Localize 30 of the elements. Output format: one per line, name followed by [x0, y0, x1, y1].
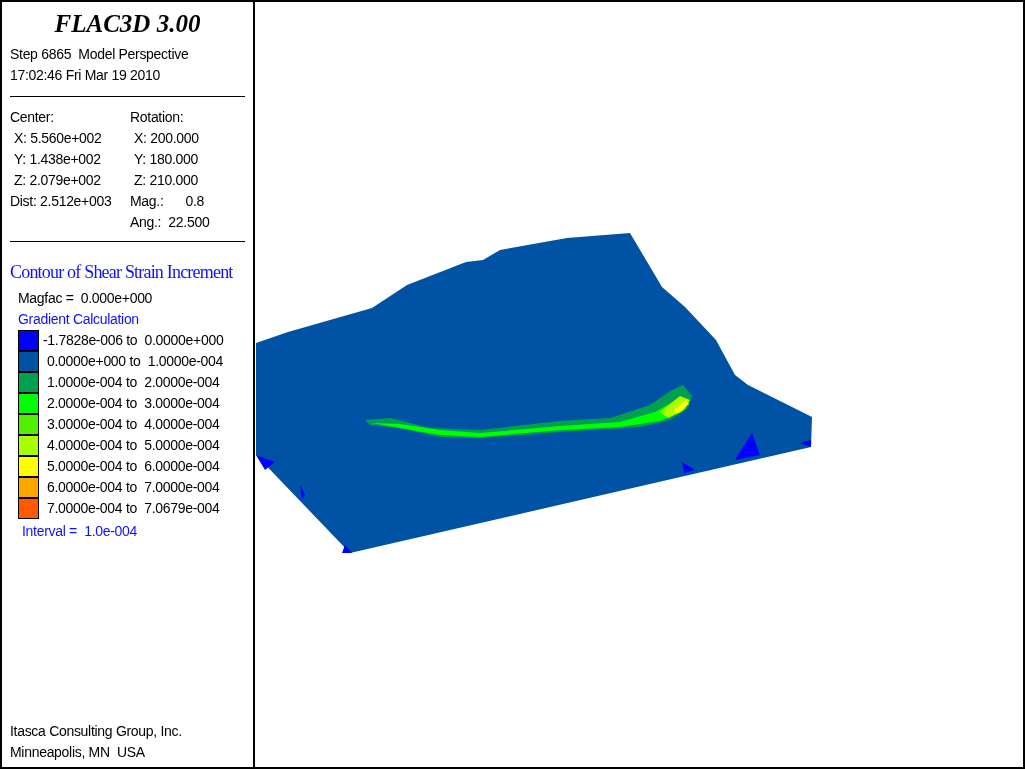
magnification-value: 0.8 [185, 192, 205, 211]
legend-range: 7.0000e-004 to 7.0679e-004 [47, 499, 220, 518]
rotation-value: Y: 180.000 [134, 150, 198, 169]
rotation-value: Z: 210.000 [134, 171, 198, 190]
center-value: Z: 2.079e+002 [14, 171, 101, 190]
legend-range: -1.7828e-006 to 0.0000e+000 [43, 331, 224, 350]
interval-label: Interval = 1.0e-004 [22, 522, 138, 541]
step-label: Step 6865 Model Perspective [10, 45, 189, 64]
legend-range: 1.0000e-004 to 2.0000e-004 [47, 373, 220, 392]
method-label: Gradient Calculation [18, 310, 139, 329]
company-label: Itasca Consulting Group, Inc. [10, 722, 182, 741]
magfac-label: Magfac = 0.000e+000 [18, 289, 153, 308]
legend-range: 6.0000e-004 to 7.0000e-004 [47, 478, 220, 497]
rotation-value: X: 200.000 [134, 129, 199, 148]
angle-value: Ang.: 22.500 [130, 213, 210, 232]
legend-title: Contour of Shear Strain Increment [10, 261, 233, 284]
legend-range: 4.0000e-004 to 5.0000e-004 [47, 436, 220, 455]
legend-range: 2.0000e-004 to 3.0000e-004 [47, 394, 220, 413]
rotation-heading: Rotation: [130, 108, 184, 127]
center-value: X: 5.560e+002 [14, 129, 102, 148]
legend-range: 0.0000e+000 to 1.0000e-004 [47, 352, 223, 371]
center-value: Y: 1.438e+002 [14, 150, 101, 169]
timestamp-label: 17:02:46 Fri Mar 19 2010 [10, 66, 160, 85]
program-title: FLAC3D 3.00 [54, 9, 201, 39]
magnification-label: Mag.: [130, 192, 164, 211]
center-heading: Center: [10, 108, 54, 127]
legend-range: 5.0000e-004 to 6.0000e-004 [47, 457, 220, 476]
legend-range: 3.0000e-004 to 4.0000e-004 [47, 415, 220, 434]
distance-value: Dist: 2.512e+003 [10, 192, 112, 211]
location-label: Minneapolis, MN USA [10, 743, 145, 762]
